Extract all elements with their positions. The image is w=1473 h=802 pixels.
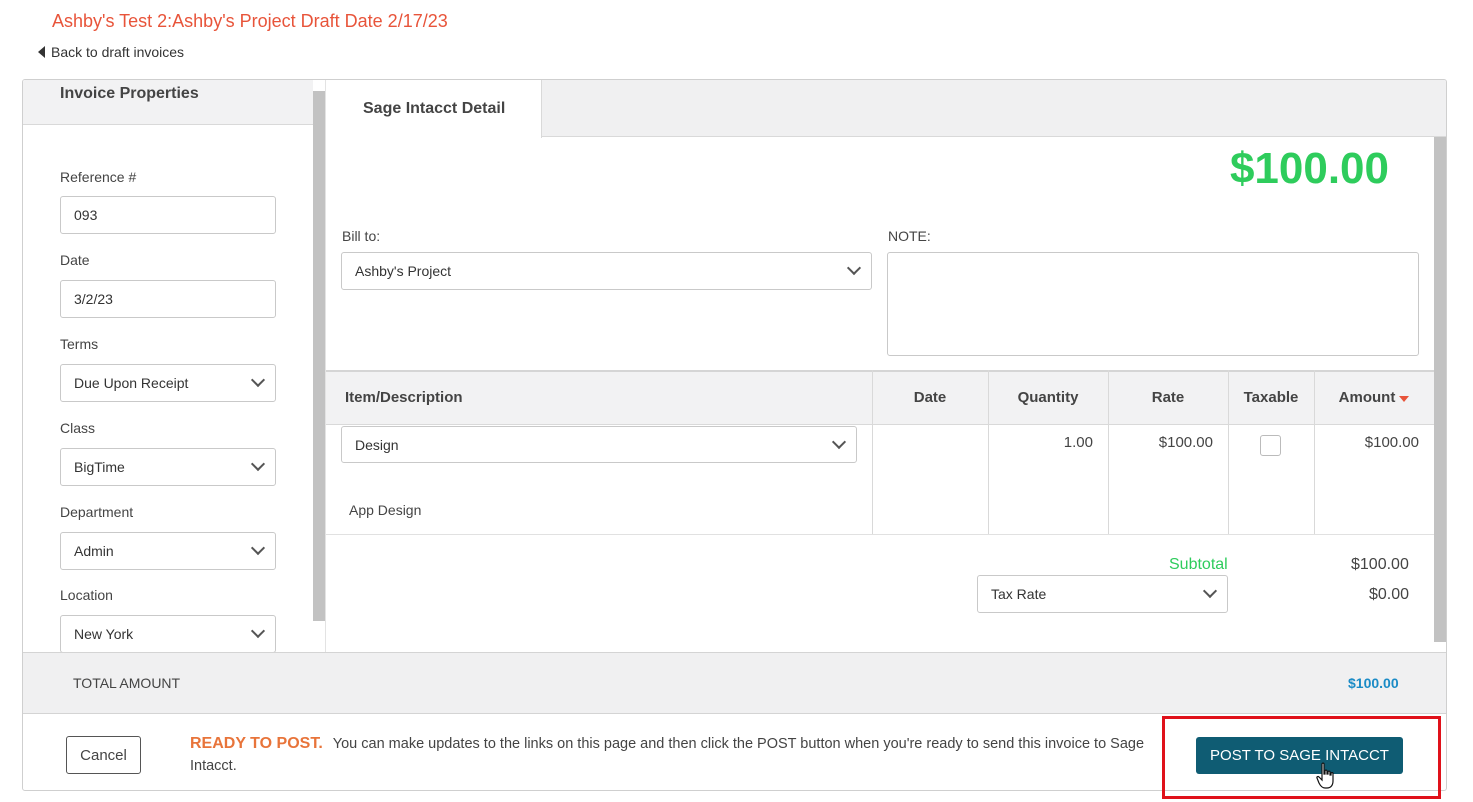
location-label: Location xyxy=(60,587,113,603)
sort-desc-icon xyxy=(1399,396,1410,402)
class-value: BigTime xyxy=(74,459,125,475)
department-value: Admin xyxy=(74,543,114,559)
ready-to-post-message: READY TO POST. You can make updates to th… xyxy=(190,733,1150,777)
chevron-down-icon xyxy=(831,434,847,449)
reference-label: Reference # xyxy=(60,169,137,185)
highlight-box xyxy=(1162,716,1441,799)
subtotal-value: $100.00 xyxy=(1351,556,1409,573)
note-textarea[interactable] xyxy=(887,252,1419,356)
bill-to-value: Ashby's Project xyxy=(355,263,452,279)
column-divider xyxy=(1108,370,1109,535)
tax-rate-value: Tax Rate xyxy=(991,586,1047,602)
quantity-cell[interactable]: 1.00 xyxy=(988,434,1093,451)
invoice-properties-heading: Invoice Properties xyxy=(60,85,199,102)
department-label: Department xyxy=(60,504,134,520)
back-arrow-icon xyxy=(38,46,45,58)
date-input[interactable]: 3/2/23 xyxy=(60,280,276,318)
invoice-properties-header: Invoice Properties xyxy=(23,80,313,125)
tab-sage-intacct-detail[interactable]: Sage Intacct Detail xyxy=(326,80,542,138)
hand-cursor-icon xyxy=(1316,762,1334,789)
sidebar-scrollbar[interactable] xyxy=(313,91,325,621)
location-value: New York xyxy=(74,626,134,642)
item-value: Design xyxy=(355,436,399,453)
column-header-date: Date xyxy=(913,389,947,406)
rate-cell[interactable]: $100.00 xyxy=(1108,434,1213,451)
tax-value: $0.00 xyxy=(1369,586,1410,603)
class-label: Class xyxy=(60,420,96,436)
chevron-down-icon xyxy=(250,540,266,556)
invoice-total-amount: $100.00 xyxy=(1229,144,1389,193)
column-header-taxable: Taxable xyxy=(1243,389,1299,406)
back-link-label: Back to draft invoices xyxy=(51,44,185,60)
amount-cell: $100.00 xyxy=(1364,434,1419,451)
bill-to-select[interactable]: Ashby's Project xyxy=(341,252,872,290)
panel-divider xyxy=(325,80,326,652)
note-label: NOTE: xyxy=(888,228,931,244)
chevron-down-icon xyxy=(1202,583,1218,599)
column-divider xyxy=(1314,370,1315,535)
bill-to-label: Bill to: xyxy=(342,228,381,244)
column-header-quantity: Quantity xyxy=(1017,389,1079,406)
page-title: Ashby's Test 2:Ashby's Project Draft Dat… xyxy=(52,11,448,31)
terms-label: Terms xyxy=(60,336,99,352)
subtotal-label: Subtotal xyxy=(1169,556,1228,573)
terms-value: Due Upon Receipt xyxy=(74,375,189,391)
item-description[interactable]: App Design xyxy=(349,502,421,518)
cancel-button[interactable]: Cancel xyxy=(66,736,141,774)
detail-scrollbar[interactable] xyxy=(1434,137,1446,642)
location-select[interactable]: New York xyxy=(60,615,276,653)
reference-input[interactable]: 093 xyxy=(60,196,276,234)
taxable-checkbox[interactable] xyxy=(1260,435,1281,456)
column-header-amount[interactable]: Amount xyxy=(1314,370,1434,425)
tab-label: Sage Intacct Detail xyxy=(363,100,506,117)
invoice-properties-panel: Invoice Properties Reference # 093 Date … xyxy=(23,80,313,653)
back-to-draft-invoices-link[interactable]: Back to draft invoices xyxy=(38,44,184,60)
date-label: Date xyxy=(60,252,90,268)
class-select[interactable]: BigTime xyxy=(60,448,276,486)
column-header-item: Item/Description xyxy=(345,389,463,406)
ready-to-post-label: READY TO POST. xyxy=(190,735,323,752)
amount-header-label: Amount xyxy=(1338,389,1396,406)
row-divider xyxy=(326,534,1434,535)
item-select[interactable]: Design xyxy=(341,426,857,463)
chevron-down-icon xyxy=(250,456,266,472)
invoice-panel: Invoice Properties Reference # 093 Date … xyxy=(22,79,1447,791)
column-divider xyxy=(988,370,989,535)
total-amount-value: $100.00 xyxy=(1348,675,1399,691)
terms-select[interactable]: Due Upon Receipt xyxy=(60,364,276,402)
total-amount-label: TOTAL AMOUNT xyxy=(73,675,181,691)
ready-to-post-text: You can make updates to the links on thi… xyxy=(190,736,1145,774)
total-amount-bar xyxy=(23,652,1446,714)
chevron-down-icon xyxy=(846,260,862,276)
tax-rate-select[interactable]: Tax Rate xyxy=(977,575,1228,613)
chevron-down-icon xyxy=(250,372,266,388)
column-divider xyxy=(872,370,873,535)
column-header-rate: Rate xyxy=(1151,389,1185,406)
column-divider xyxy=(1228,370,1229,535)
chevron-down-icon xyxy=(250,623,266,639)
department-select[interactable]: Admin xyxy=(60,532,276,570)
